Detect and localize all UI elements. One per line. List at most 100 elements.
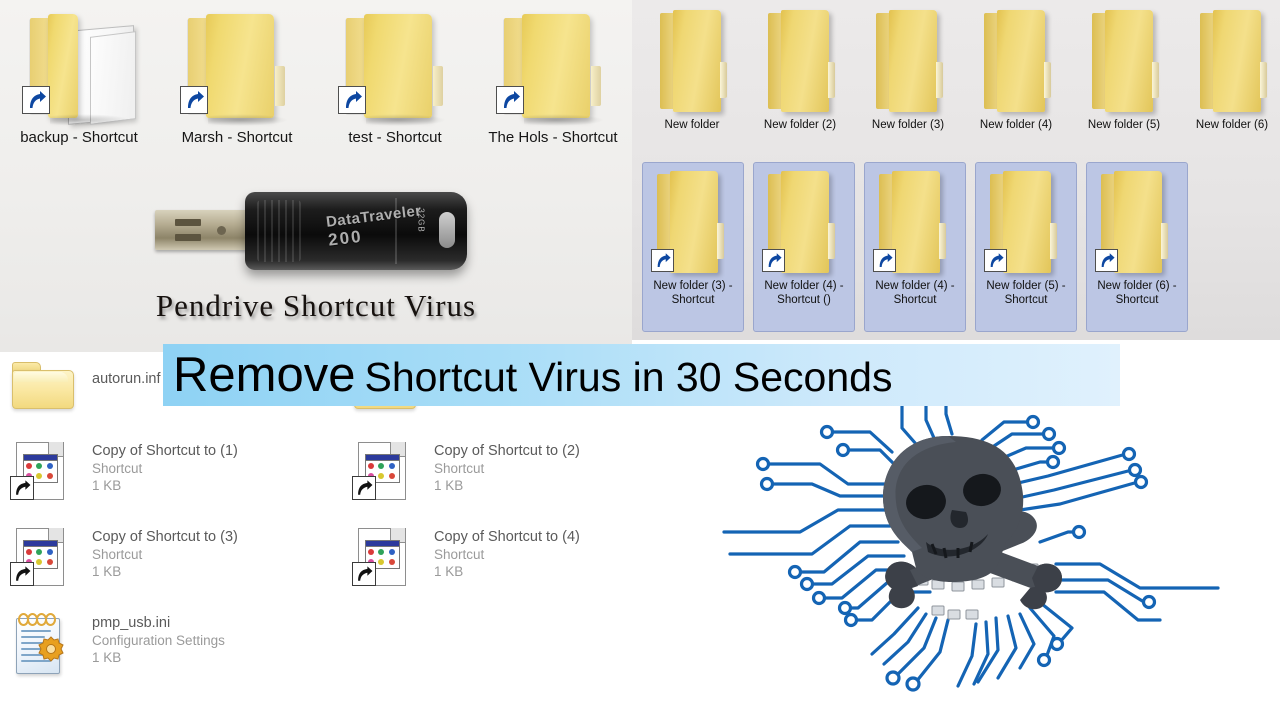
desktop-icon-test-shortcut[interactable]: test - Shortcut [316,8,474,147]
shortcut-arrow-icon [338,86,366,114]
screenshot-root: backup - Shortcut Marsh - Shortcut test … [0,0,1280,720]
icon-label: test - Shortcut [348,129,442,146]
banner-lead-word: Remove [173,347,356,402]
folder-shortcut-icon [980,167,1072,279]
folder-label: New folder (6) [1195,119,1269,131]
folder-shortcut-icon [172,8,302,126]
folder-label: New folder (3) - Shortcut [653,280,733,306]
skull-crossbones-circuit-artwork [720,392,1220,720]
desktop-icon-the-hols-shortcut[interactable]: The Hols - Shortcut [474,8,632,147]
file-name: Copy of Shortcut to (1) [92,443,238,459]
banner-rest-text: Shortcut Virus in 30 Seconds [364,353,893,400]
usb-body: DataTraveler 200 32GB [245,192,467,270]
icon-label: backup - Shortcut [20,129,138,146]
folder-shortcut-icon [647,167,739,279]
usb-pendrive-image: DataTraveler 200 32GB [155,184,485,278]
file-row[interactable]: Copy of Shortcut to (1) Shortcut 1 KB [4,434,324,520]
folder-label: New folder (2) [763,119,837,131]
file-size: 1 KB [434,478,464,493]
folder-icon [970,6,1062,118]
title-banner: Remove Shortcut Virus in 30 Seconds [163,344,1120,406]
shortcut-arrow-icon [180,86,208,114]
folder-shortcut-icon [869,167,961,279]
folder-item[interactable]: New folder (2) [746,6,854,156]
usb-brand-label: DataTraveler 200 [325,202,425,250]
file-size: 1 KB [92,564,122,579]
folder-label: New folder (4) - Shortcut [875,280,955,306]
folder-icon [646,6,738,118]
shortcut-arrow-icon [762,249,785,272]
file-row[interactable]: Copy of Shortcut to (4) Shortcut 1 KB [346,520,666,606]
file-name: Copy of Shortcut to (3) [92,529,238,545]
file-type: Shortcut [92,547,143,562]
folder-icon [754,6,846,118]
file-size: 1 KB [92,478,122,493]
folder-shortcut-item[interactable]: New folder (3) - Shortcut [642,162,744,332]
infected-drive-file-list: autorun.inf Copy of Shortcut to (1) Shor… [0,352,680,720]
shortcut-document-icon [352,526,414,592]
file-size: 1 KB [92,650,122,665]
file-row[interactable]: pmp_usb.ini Configuration Settings 1 KB [4,606,324,692]
folder-item[interactable]: New folder (3) [854,6,962,156]
shortcut-folder-row-selected: New folder (3) - Shortcut New folder (4)… [642,162,1280,332]
plain-folder-row: New folder New folder (2) New folder (3)… [638,6,1280,156]
folder-label: New folder (3) [871,119,945,131]
folder-item[interactable]: New folder (5) [1070,6,1178,156]
shortcut-arrow-icon [496,86,524,114]
windows-explorer-folders-panel: New folder New folder (2) New folder (3)… [632,0,1280,340]
folder-shortcut-icon [330,8,460,126]
icon-label: Marsh - Shortcut [181,129,293,146]
shortcut-arrow-icon [352,476,376,500]
folder-label: New folder (4) - Shortcut () [764,280,844,306]
desktop-icon-backup-shortcut[interactable]: backup - Shortcut [0,8,158,147]
folder-label: New folder [664,119,720,131]
file-row[interactable]: Copy of Shortcut to (2) Shortcut 1 KB [346,434,666,520]
file-type: Configuration Settings [92,633,225,648]
folder-shortcut-icon [14,8,144,126]
shortcut-document-icon [10,440,72,506]
shortcut-document-icon [10,526,72,592]
folder-shortcut-item[interactable]: New folder (6) - Shortcut [1086,162,1188,332]
folder-shortcut-icon [1091,167,1183,279]
shortcut-document-icon [352,440,414,506]
folder-item[interactable]: New folder (4) [962,6,1070,156]
folder-label: New folder (6) - Shortcut [1097,280,1177,306]
configuration-file-icon [10,612,72,678]
file-type: Shortcut [92,461,143,476]
folder-label: New folder (4) [979,119,1053,131]
folder-label: New folder (5) - Shortcut [986,280,1066,306]
shortcut-arrow-icon [873,249,896,272]
folder-icon [1078,6,1170,118]
icon-label: The Hols - Shortcut [488,129,618,146]
file-row[interactable]: Copy of Shortcut to (3) Shortcut 1 KB [4,520,324,606]
folder-icon [10,358,74,424]
file-type: Shortcut [434,547,485,562]
file-name: Copy of Shortcut to (2) [434,443,580,459]
pendrive-shortcut-virus-panel: backup - Shortcut Marsh - Shortcut test … [0,0,632,352]
folder-shortcut-item[interactable]: New folder (4) - Shortcut () [753,162,855,332]
usb-capacity-label: 32GB [416,208,426,233]
gear-icon [36,634,66,664]
folder-shortcut-item[interactable]: New folder (5) - Shortcut [975,162,1077,332]
file-size: 1 KB [434,564,464,579]
file-type: Shortcut [434,461,485,476]
shortcut-arrow-icon [10,562,34,586]
file-name: Copy of Shortcut to (4) [434,529,580,545]
folder-item[interactable]: New folder (6) [1178,6,1280,156]
folder-icon [1186,6,1278,118]
folder-item[interactable]: New folder [638,6,746,156]
file-name: pmp_usb.ini [92,615,171,631]
folder-shortcut-icon [488,8,618,126]
shortcut-arrow-icon [1095,249,1118,272]
file-name: autorun.inf [92,371,161,387]
folder-shortcut-item[interactable]: New folder (4) - Shortcut [864,162,966,332]
shortcut-arrow-icon [10,476,34,500]
shortcut-arrow-icon [352,562,376,586]
folder-shortcut-icon [758,167,850,279]
desktop-icon-marsh-shortcut[interactable]: Marsh - Shortcut [158,8,316,147]
shortcut-folder-row: backup - Shortcut Marsh - Shortcut test … [0,8,632,198]
shortcut-arrow-icon [651,249,674,272]
folder-icon [862,6,954,118]
shortcut-arrow-icon [22,86,50,114]
pendrive-caption: Pendrive Shortcut Virus [155,288,477,323]
